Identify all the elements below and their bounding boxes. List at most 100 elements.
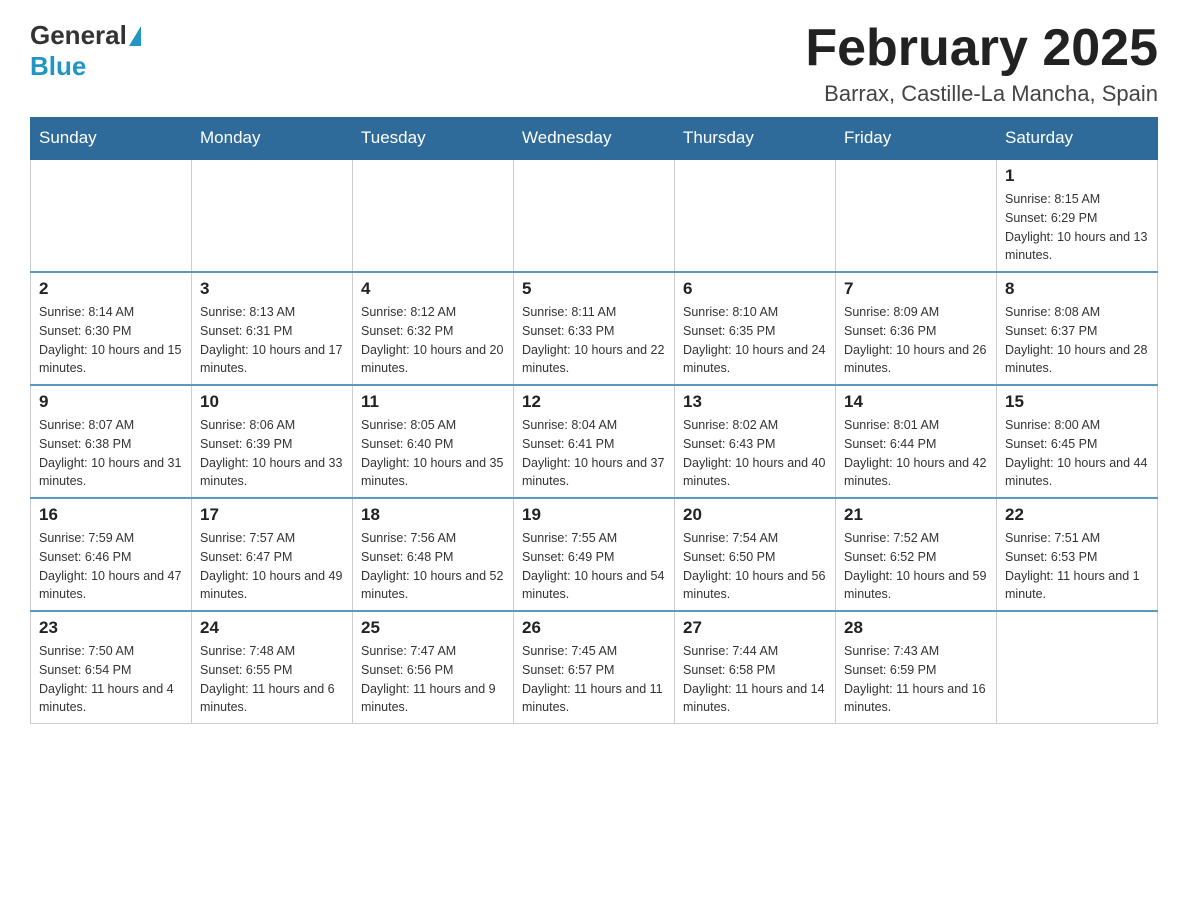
- weekday-header-friday: Friday: [836, 118, 997, 160]
- calendar-week-row: 16 Sunrise: 7:59 AM Sunset: 6:46 PM Dayli…: [31, 498, 1158, 611]
- day-number: 25: [361, 618, 505, 638]
- calendar-day-cell: 15 Sunrise: 8:00 AM Sunset: 6:45 PM Dayli…: [997, 385, 1158, 498]
- calendar-day-cell: 13 Sunrise: 8:02 AM Sunset: 6:43 PM Dayli…: [675, 385, 836, 498]
- weekday-header-tuesday: Tuesday: [353, 118, 514, 160]
- day-info: Sunrise: 7:44 AM Sunset: 6:58 PM Dayligh…: [683, 642, 827, 717]
- day-number: 22: [1005, 505, 1149, 525]
- calendar-day-cell: [675, 159, 836, 272]
- day-info: Sunrise: 8:13 AM Sunset: 6:31 PM Dayligh…: [200, 303, 344, 378]
- calendar-day-cell: 1Sunrise: 8:15 AM Sunset: 6:29 PM Daylig…: [997, 159, 1158, 272]
- day-info: Sunrise: 8:14 AM Sunset: 6:30 PM Dayligh…: [39, 303, 183, 378]
- calendar-week-row: 9 Sunrise: 8:07 AM Sunset: 6:38 PM Daylig…: [31, 385, 1158, 498]
- day-info: Sunrise: 7:43 AM Sunset: 6:59 PM Dayligh…: [844, 642, 988, 717]
- page-header: General Blue February 2025 Barrax, Casti…: [30, 20, 1158, 107]
- day-info: Sunrise: 7:50 AM Sunset: 6:54 PM Dayligh…: [39, 642, 183, 717]
- calendar-day-cell: 27 Sunrise: 7:44 AM Sunset: 6:58 PM Dayli…: [675, 611, 836, 724]
- logo-general-text: General: [30, 20, 127, 51]
- day-info: Sunrise: 7:55 AM Sunset: 6:49 PM Dayligh…: [522, 529, 666, 604]
- day-number: 20: [683, 505, 827, 525]
- day-number: 11: [361, 392, 505, 412]
- day-number: 7: [844, 279, 988, 299]
- calendar-day-cell: 14 Sunrise: 8:01 AM Sunset: 6:44 PM Dayli…: [836, 385, 997, 498]
- calendar-day-cell: 11 Sunrise: 8:05 AM Sunset: 6:40 PM Dayli…: [353, 385, 514, 498]
- day-info: Sunrise: 8:09 AM Sunset: 6:36 PM Dayligh…: [844, 303, 988, 378]
- day-info: Sunrise: 8:01 AM Sunset: 6:44 PM Dayligh…: [844, 416, 988, 491]
- day-info: Sunrise: 7:57 AM Sunset: 6:47 PM Dayligh…: [200, 529, 344, 604]
- calendar-day-cell: 19 Sunrise: 7:55 AM Sunset: 6:49 PM Dayli…: [514, 498, 675, 611]
- day-info: Sunrise: 8:06 AM Sunset: 6:39 PM Dayligh…: [200, 416, 344, 491]
- logo: General Blue: [30, 20, 143, 82]
- month-title: February 2025: [805, 20, 1158, 77]
- calendar-day-cell: 21Sunrise: 7:52 AM Sunset: 6:52 PM Dayli…: [836, 498, 997, 611]
- day-info: Sunrise: 8:05 AM Sunset: 6:40 PM Dayligh…: [361, 416, 505, 491]
- calendar-day-cell: 7 Sunrise: 8:09 AM Sunset: 6:36 PM Daylig…: [836, 272, 997, 385]
- day-number: 27: [683, 618, 827, 638]
- calendar-body: 1Sunrise: 8:15 AM Sunset: 6:29 PM Daylig…: [31, 159, 1158, 724]
- day-info: Sunrise: 8:15 AM Sunset: 6:29 PM Dayligh…: [1005, 190, 1149, 265]
- day-info: Sunrise: 7:51 AM Sunset: 6:53 PM Dayligh…: [1005, 529, 1149, 604]
- calendar-table: SundayMondayTuesdayWednesdayThursdayFrid…: [30, 117, 1158, 724]
- day-info: Sunrise: 8:08 AM Sunset: 6:37 PM Dayligh…: [1005, 303, 1149, 378]
- weekday-header-monday: Monday: [192, 118, 353, 160]
- calendar-day-cell: 6Sunrise: 8:10 AM Sunset: 6:35 PM Daylig…: [675, 272, 836, 385]
- day-number: 9: [39, 392, 183, 412]
- day-number: 24: [200, 618, 344, 638]
- calendar-day-cell: 10 Sunrise: 8:06 AM Sunset: 6:39 PM Dayli…: [192, 385, 353, 498]
- calendar-day-cell: [353, 159, 514, 272]
- day-number: 3: [200, 279, 344, 299]
- day-number: 6: [683, 279, 827, 299]
- calendar-day-cell: 25Sunrise: 7:47 AM Sunset: 6:56 PM Dayli…: [353, 611, 514, 724]
- calendar-day-cell: 8Sunrise: 8:08 AM Sunset: 6:37 PM Daylig…: [997, 272, 1158, 385]
- calendar-week-row: 23 Sunrise: 7:50 AM Sunset: 6:54 PM Dayli…: [31, 611, 1158, 724]
- day-number: 13: [683, 392, 827, 412]
- day-number: 17: [200, 505, 344, 525]
- day-number: 4: [361, 279, 505, 299]
- day-number: 19: [522, 505, 666, 525]
- calendar-day-cell: [514, 159, 675, 272]
- day-info: Sunrise: 8:00 AM Sunset: 6:45 PM Dayligh…: [1005, 416, 1149, 491]
- calendar-day-cell: 20 Sunrise: 7:54 AM Sunset: 6:50 PM Dayli…: [675, 498, 836, 611]
- day-info: Sunrise: 7:59 AM Sunset: 6:46 PM Dayligh…: [39, 529, 183, 604]
- day-info: Sunrise: 8:04 AM Sunset: 6:41 PM Dayligh…: [522, 416, 666, 491]
- day-info: Sunrise: 7:54 AM Sunset: 6:50 PM Dayligh…: [683, 529, 827, 604]
- day-number: 23: [39, 618, 183, 638]
- calendar-day-cell: 12 Sunrise: 8:04 AM Sunset: 6:41 PM Dayli…: [514, 385, 675, 498]
- calendar-day-cell: 2Sunrise: 8:14 AM Sunset: 6:30 PM Daylig…: [31, 272, 192, 385]
- day-number: 16: [39, 505, 183, 525]
- calendar-week-row: 1Sunrise: 8:15 AM Sunset: 6:29 PM Daylig…: [31, 159, 1158, 272]
- calendar-day-cell: 3 Sunrise: 8:13 AM Sunset: 6:31 PM Daylig…: [192, 272, 353, 385]
- day-number: 14: [844, 392, 988, 412]
- calendar-day-cell: 23 Sunrise: 7:50 AM Sunset: 6:54 PM Dayli…: [31, 611, 192, 724]
- calendar-day-cell: 18Sunrise: 7:56 AM Sunset: 6:48 PM Dayli…: [353, 498, 514, 611]
- location-title: Barrax, Castille-La Mancha, Spain: [805, 81, 1158, 107]
- day-info: Sunrise: 8:11 AM Sunset: 6:33 PM Dayligh…: [522, 303, 666, 378]
- calendar-day-cell: [997, 611, 1158, 724]
- weekday-header-wednesday: Wednesday: [514, 118, 675, 160]
- day-info: Sunrise: 7:48 AM Sunset: 6:55 PM Dayligh…: [200, 642, 344, 717]
- day-number: 15: [1005, 392, 1149, 412]
- day-number: 26: [522, 618, 666, 638]
- logo-blue-text: Blue: [30, 51, 86, 81]
- day-info: Sunrise: 7:52 AM Sunset: 6:52 PM Dayligh…: [844, 529, 988, 604]
- calendar-day-cell: 26Sunrise: 7:45 AM Sunset: 6:57 PM Dayli…: [514, 611, 675, 724]
- calendar-day-cell: 9 Sunrise: 8:07 AM Sunset: 6:38 PM Daylig…: [31, 385, 192, 498]
- logo-triangle-icon: [129, 26, 141, 46]
- day-number: 12: [522, 392, 666, 412]
- day-number: 10: [200, 392, 344, 412]
- calendar-day-cell: [192, 159, 353, 272]
- calendar-day-cell: 4 Sunrise: 8:12 AM Sunset: 6:32 PM Daylig…: [353, 272, 514, 385]
- calendar-day-cell: 5Sunrise: 8:11 AM Sunset: 6:33 PM Daylig…: [514, 272, 675, 385]
- weekday-header-thursday: Thursday: [675, 118, 836, 160]
- calendar-day-cell: 22 Sunrise: 7:51 AM Sunset: 6:53 PM Dayli…: [997, 498, 1158, 611]
- day-info: Sunrise: 8:07 AM Sunset: 6:38 PM Dayligh…: [39, 416, 183, 491]
- title-block: February 2025 Barrax, Castille-La Mancha…: [805, 20, 1158, 107]
- day-info: Sunrise: 8:12 AM Sunset: 6:32 PM Dayligh…: [361, 303, 505, 378]
- calendar-day-cell: [31, 159, 192, 272]
- calendar-week-row: 2Sunrise: 8:14 AM Sunset: 6:30 PM Daylig…: [31, 272, 1158, 385]
- day-info: Sunrise: 8:02 AM Sunset: 6:43 PM Dayligh…: [683, 416, 827, 491]
- calendar-day-cell: 16 Sunrise: 7:59 AM Sunset: 6:46 PM Dayli…: [31, 498, 192, 611]
- calendar-day-cell: 24 Sunrise: 7:48 AM Sunset: 6:55 PM Dayli…: [192, 611, 353, 724]
- weekday-header-saturday: Saturday: [997, 118, 1158, 160]
- calendar-day-cell: 28Sunrise: 7:43 AM Sunset: 6:59 PM Dayli…: [836, 611, 997, 724]
- calendar-day-cell: [836, 159, 997, 272]
